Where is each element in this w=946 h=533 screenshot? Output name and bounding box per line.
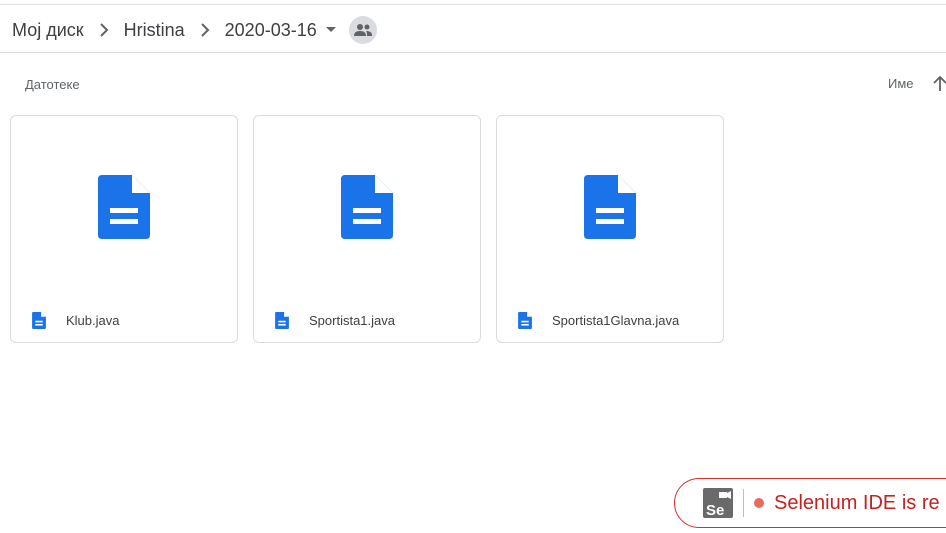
svg-text:Se: Se [706, 502, 724, 518]
sort-by-name-button[interactable]: Име [888, 76, 914, 91]
file-name: Sportista1.java [309, 312, 395, 328]
caret-down-icon [325, 27, 336, 32]
sort-arrow-up-icon[interactable] [930, 74, 946, 94]
chevron-right-icon [90, 18, 118, 42]
docs-icon [32, 312, 48, 329]
docs-icon [275, 312, 291, 329]
file-footer: Sportista1.java [254, 308, 480, 332]
file-card[interactable]: Sportista1Glavna.java [496, 115, 724, 343]
folder-menu-dropdown[interactable] [321, 18, 341, 42]
docs-icon [98, 175, 150, 239]
file-name: Sportista1Glavna.java [552, 312, 680, 328]
file-card[interactable]: Klub.java [10, 115, 238, 343]
file-footer: Sportista1Glavna.java [497, 308, 723, 332]
file-thumbnail [254, 116, 480, 298]
docs-icon [584, 175, 636, 239]
file-thumbnail [497, 116, 723, 298]
breadcrumb-current-folder[interactable]: 2020-03-16 [225, 20, 317, 41]
shared-folder-button[interactable] [348, 16, 377, 44]
selenium-recording-toast[interactable]: Se Selenium IDE is re [674, 478, 946, 528]
chevron-right-icon [191, 18, 219, 42]
docs-icon [518, 312, 534, 329]
people-icon [353, 24, 372, 36]
toast-divider [743, 489, 744, 517]
section-label-files: Датотеке [25, 77, 80, 92]
breadcrumb-hristina[interactable]: Hristina [124, 20, 185, 41]
file-card[interactable]: Sportista1.java [253, 115, 481, 343]
recording-dot-icon [754, 498, 764, 508]
toast-message: Selenium IDE is re [774, 491, 940, 514]
top-divider [0, 4, 946, 5]
breadcrumb: Мој диск Hristina 2020-03-16 [12, 14, 377, 46]
selenium-logo-icon: Se [703, 488, 733, 518]
breadcrumb-my-drive[interactable]: Мој диск [12, 20, 84, 41]
header-divider [0, 52, 946, 53]
file-footer: Klub.java [11, 308, 237, 332]
file-name: Klub.java [66, 312, 120, 328]
docs-icon [341, 175, 393, 239]
file-thumbnail [11, 116, 237, 298]
